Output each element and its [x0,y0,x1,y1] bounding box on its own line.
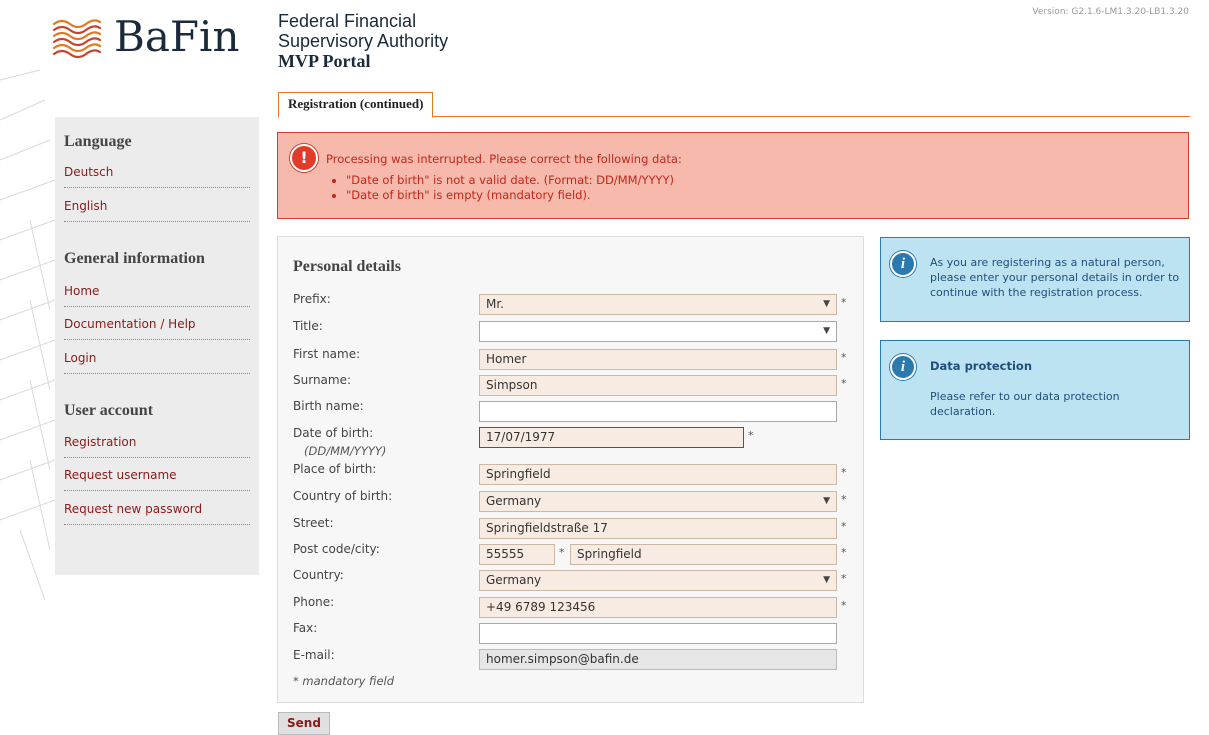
phone-label: Phone: [293,595,335,609]
error-title: Processing was interrupted. Please corre… [326,152,682,166]
city-field[interactable]: Springfield [570,544,837,565]
sidebar-item-login[interactable]: Login [64,351,250,374]
fax-label: Fax: [293,621,318,635]
org-line-1: Federal Financial [278,11,417,31]
title-label: Title: [293,319,323,333]
required-marker: * [748,429,754,442]
email-field[interactable]: homer.simpson@bafin.de [479,649,837,670]
first-name-label: First name: [293,347,361,361]
prefix-value: Mr. [486,297,504,311]
sidebar-item-request-username[interactable]: Request username [64,468,250,491]
chevron-down-icon: ▼ [823,575,830,585]
version-label: Version: G2.1.6-LM1.3.20-LB1.3.20 [1032,7,1189,17]
sidebar-item-registration[interactable]: Registration [64,435,250,458]
sidebar-item-home[interactable]: Home [64,284,250,307]
mandatory-note: * mandatory field [293,674,395,688]
sidebar-heading-general: General information [64,250,205,267]
dob-label: Date of birth: [293,426,374,440]
birth-name-label: Birth name: [293,399,364,413]
title-select[interactable]: ▼ [479,321,837,342]
chevron-down-icon: ▼ [823,299,830,309]
org-line-2: Supervisory Authority [278,31,449,51]
required-marker: * [841,351,847,364]
data-protection-box: i Data protection Please refer to our da… [880,340,1190,440]
required-marker: * [841,493,847,506]
prefix-label: Prefix: [293,292,331,306]
portal-name: MVP Portal [278,51,371,71]
surname-label: Surname: [293,373,352,387]
sidebar-heading-language: Language [64,133,132,150]
logo-text: BaFin [114,12,240,61]
country-of-birth-value: Germany [486,494,542,508]
organisation-name: Federal Financial Supervisory Authority … [278,11,448,71]
sidebar-item-english[interactable]: English [64,199,250,222]
country-of-birth-label: Country of birth: [293,489,393,503]
birth-name-field[interactable] [479,401,837,422]
country-value: Germany [486,573,542,587]
country-select[interactable]: Germany ▼ [479,570,837,591]
data-protection-title: Data protection [930,359,1033,373]
send-button[interactable]: Send [278,712,330,735]
postcode-field[interactable]: 55555 [479,544,555,565]
required-marker: * [841,572,847,585]
street-label: Street: [293,516,334,530]
required-marker: * [559,546,565,559]
sidebar-item-deutsch[interactable]: Deutsch [64,165,250,188]
registration-info-box: i As you are registering as a natural pe… [880,237,1190,322]
street-field[interactable]: Springfieldstraße 17 [479,518,837,539]
country-label: Country: [293,568,344,582]
error-item: "Date of birth" is not a valid date. (Fo… [346,173,674,188]
form-heading: Personal details [293,258,401,275]
tab-registration-continued[interactable]: Registration (continued) [278,92,434,118]
required-marker: * [841,296,847,309]
postcode-city-label: Post code/city: [293,542,380,556]
bafin-wave-icon [52,19,102,59]
info-icon: i [890,354,916,380]
error-message-box: ! Processing was interrupted. Please cor… [277,132,1189,219]
required-marker: * [841,466,847,479]
dob-field[interactable]: 17/07/1977 [479,427,744,448]
chevron-down-icon: ▼ [823,496,830,506]
prefix-select[interactable]: Mr. ▼ [479,294,837,315]
decorative-lines [0,69,56,601]
data-protection-text[interactable]: Please refer to our data protection decl… [930,389,1180,419]
sidebar-item-request-password[interactable]: Request new password [64,502,250,525]
email-label: E-mail: [293,648,335,662]
surname-field[interactable]: Simpson [479,375,837,396]
sidebar-heading-user-account: User account [64,402,154,419]
info-icon: i [890,251,916,277]
fax-field[interactable] [479,623,837,644]
first-name-field[interactable]: Homer [479,349,837,370]
personal-details-form: Personal details Prefix: Mr. ▼ * Title: … [277,236,864,703]
sidebar: Language Deutsch English General informa… [55,117,259,575]
country-of-birth-select[interactable]: Germany ▼ [479,491,837,512]
place-of-birth-field[interactable]: Springfield [479,464,837,485]
registration-info-text: As you are registering as a natural pers… [930,256,1180,299]
phone-field[interactable]: +49 6789 123456 [479,597,837,618]
dob-format-hint: (DD/MM/YYYY) [304,444,387,458]
required-marker: * [841,599,847,612]
error-list: "Date of birth" is not a valid date. (Fo… [326,173,674,203]
exclamation-icon: ! [290,144,318,172]
place-of-birth-label: Place of birth: [293,462,377,476]
required-marker: * [841,520,847,533]
error-item: "Date of birth" is empty (mandatory fiel… [346,188,674,203]
required-marker: * [841,377,847,390]
sidebar-item-documentation[interactable]: Documentation / Help [64,317,250,340]
required-marker: * [841,546,847,559]
chevron-down-icon: ▼ [823,326,830,336]
